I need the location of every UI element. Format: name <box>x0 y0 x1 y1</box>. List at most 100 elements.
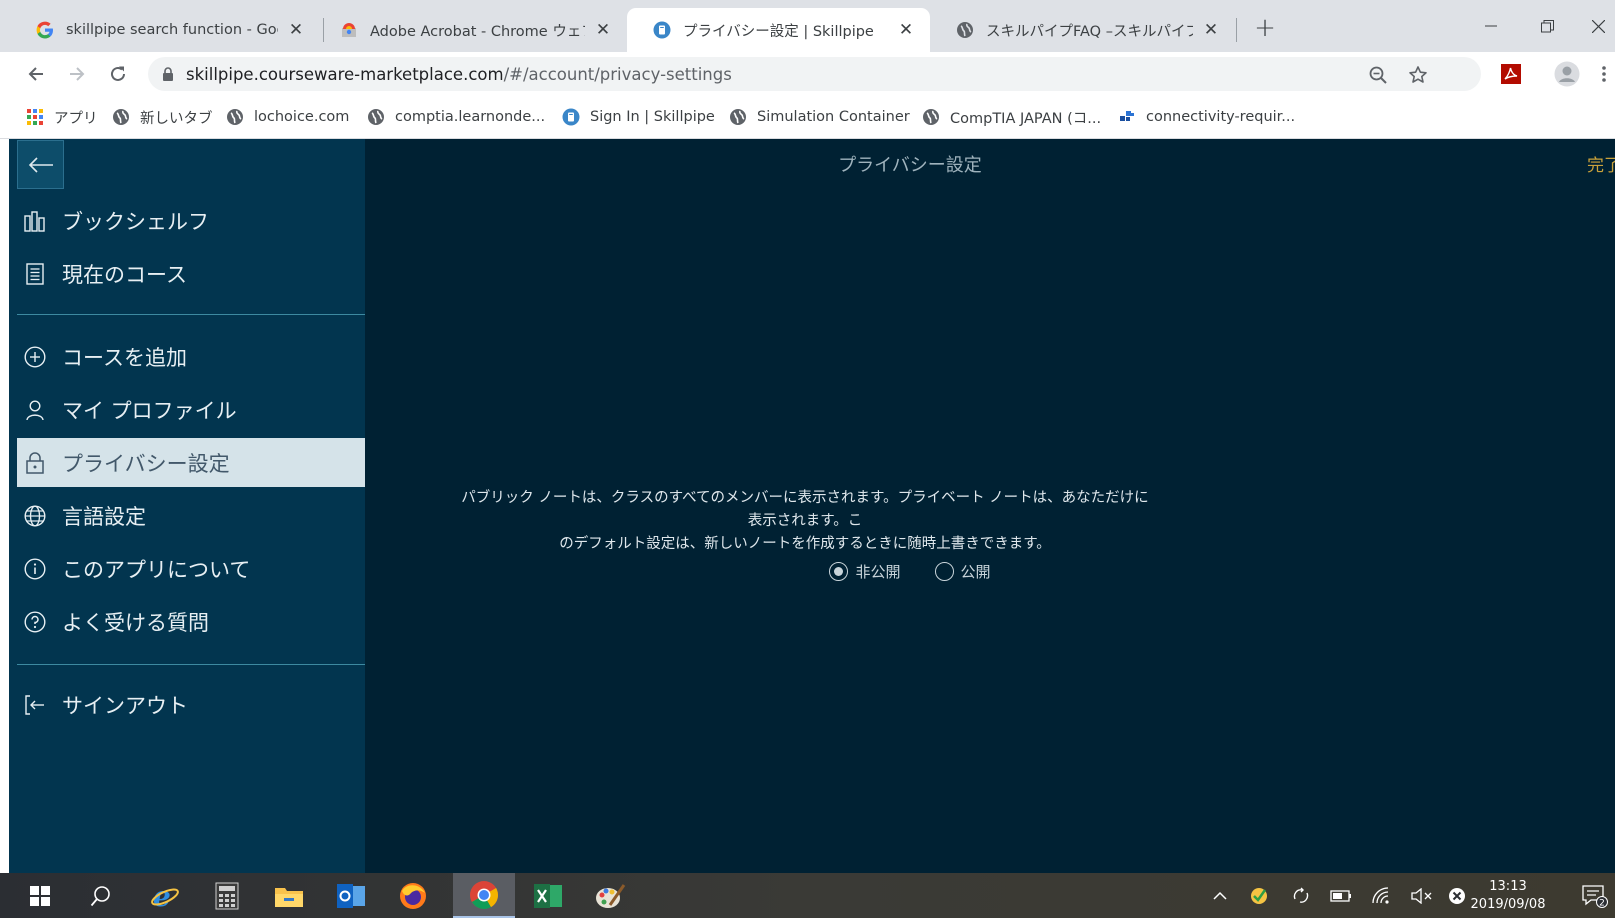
browser-menu-icon[interactable] <box>1592 58 1615 90</box>
restore-icon[interactable] <box>1525 12 1569 40</box>
done-button[interactable]: 完了 <box>1587 151 1615 176</box>
plus-circle-icon <box>24 345 46 368</box>
clock-date: 2019/09/08 <box>1470 897 1546 912</box>
volume-muted-icon[interactable] <box>1411 885 1433 907</box>
minimize-icon[interactable] <box>1469 12 1513 40</box>
user-icon <box>24 399 46 421</box>
sidebar-item-label: このアプリについて <box>62 557 251 582</box>
tab-skillpipe-faq[interactable]: スキルパイプFAQ –スキルパイプ ✕ <box>930 8 1235 52</box>
sidebar-item-label: 言語設定 <box>62 504 146 529</box>
bookmark-new-tab[interactable]: 新しいタブ <box>112 106 213 128</box>
sidebar: ブックシェルフ 現在のコース コースを追加 マイ プロファイル プライバシー設定… <box>9 139 365 873</box>
close-icon[interactable]: ✕ <box>591 18 615 42</box>
description-line: パブリック ノートは、クラスのすべてのメンバーに表示されます。プライベート ノー… <box>461 490 1149 529</box>
search-icon[interactable] <box>70 873 132 918</box>
sidebar-item-current-course[interactable]: 現在のコース <box>17 249 365 298</box>
sidebar-back-button[interactable] <box>17 140 64 189</box>
reload-icon[interactable] <box>102 58 134 90</box>
bookmark-apps[interactable]: アプリ <box>26 106 98 128</box>
wifi-icon[interactable] <box>1371 885 1393 907</box>
file-explorer-icon[interactable] <box>258 873 320 918</box>
back-arrow-icon <box>28 156 53 173</box>
radio-unselected-icon[interactable] <box>934 562 954 581</box>
taskbar-clock[interactable]: 13:13 2019/09/08 <box>1466 878 1550 914</box>
public-radio-option[interactable]: 公開 <box>934 561 991 582</box>
adobe-acrobat-extension-icon[interactable] <box>1495 58 1527 90</box>
close-icon[interactable]: ✕ <box>1199 18 1223 42</box>
profile-avatar-icon[interactable] <box>1551 58 1583 90</box>
tab-google-search[interactable]: skillpipe search function - Google ✕ <box>10 8 320 52</box>
sidebar-item-label: プライバシー設定 <box>62 451 230 476</box>
globe-icon <box>729 108 747 126</box>
bookmark-star-icon[interactable] <box>1406 63 1430 87</box>
radio-selected-icon[interactable] <box>829 562 849 581</box>
windows-taskbar: e 13:13 2019/09/08 2 <box>0 873 1615 918</box>
skillpipe-app: ブックシェルフ 現在のコース コースを追加 マイ プロファイル プライバシー設定… <box>0 139 1615 873</box>
sidebar-item-bookshelf[interactable]: ブックシェルフ <box>17 196 365 245</box>
tab-adobe-acrobat[interactable]: Adobe Acrobat - Chrome ウェブスト ✕ <box>314 8 627 52</box>
sign-out-icon <box>24 694 46 716</box>
address-bar[interactable]: skillpipe.courseware-marketplace.com/#/a… <box>148 57 1481 91</box>
sidebar-item-label: サインアウト <box>62 693 188 718</box>
globe-icon <box>112 108 130 126</box>
show-hidden-icons-chevron-icon[interactable] <box>1209 885 1231 907</box>
sidebar-item-label: 現在のコース <box>62 262 187 287</box>
bookmark-label: CompTIA JAPAN (コ... <box>950 110 1102 127</box>
internet-explorer-icon[interactable]: e <box>134 873 196 918</box>
bookmark-skillpipe-sign-in[interactable]: Sign In | Skillpipe <box>562 106 715 128</box>
globe-icon <box>367 108 385 126</box>
sidebar-item-faq[interactable]: よく受ける質問 <box>17 597 365 646</box>
blue-blocks-icon <box>1118 108 1136 126</box>
bookmark-label: アプリ <box>54 110 98 127</box>
back-arrow-icon[interactable] <box>20 58 52 90</box>
bookmark-connectivity-requirements[interactable]: connectivity-requir... <box>1118 106 1295 128</box>
sidebar-item-my-profile[interactable]: マイ プロファイル <box>17 385 365 434</box>
windows-start-icon[interactable] <box>8 873 72 918</box>
info-icon <box>24 557 46 580</box>
sidebar-item-sign-out[interactable]: サインアウト <box>17 680 365 729</box>
calculator-icon[interactable] <box>196 873 258 918</box>
page-title: プライバシー設定 <box>838 155 982 176</box>
chrome-taskbar-icon[interactable] <box>453 873 515 918</box>
outlook-icon[interactable] <box>320 873 382 918</box>
tab-title: スキルパイプFAQ –スキルパイプ <box>986 23 1193 40</box>
close-icon[interactable]: ✕ <box>894 18 918 42</box>
close-window-icon[interactable] <box>1581 12 1615 40</box>
bookmark-comptia-japan[interactable]: CompTIA JAPAN (コ... <box>922 106 1101 128</box>
bookmarks-bar: アプリ 新しいタブ lochoice.com comptia.learnonde… <box>0 96 1615 139</box>
new-tab-button[interactable]: + <box>1251 13 1279 43</box>
zoom-out-icon[interactable] <box>1366 63 1390 87</box>
browser-tab-strip: skillpipe search function - Google ✕ Ado… <box>0 0 1615 52</box>
sidebar-item-label: コースを追加 <box>62 345 187 370</box>
bookmark-comptia-learnondemand[interactable]: comptia.learnonde... <box>367 106 545 128</box>
paint-icon[interactable] <box>579 873 641 918</box>
private-radio-option[interactable]: 非公開 <box>829 561 901 582</box>
globe-icon <box>922 108 940 126</box>
sidebar-item-about-app[interactable]: このアプリについて <box>17 544 365 593</box>
excel-icon[interactable] <box>517 873 579 918</box>
close-icon[interactable]: ✕ <box>284 18 308 42</box>
sidebar-item-privacy-settings[interactable]: プライバシー設定 <box>17 438 365 487</box>
globe-icon <box>24 504 46 527</box>
tab-title: skillpipe search function - Google <box>66 22 278 38</box>
sidebar-item-add-course[interactable]: コースを追加 <box>17 332 365 381</box>
lock-icon <box>24 451 46 474</box>
globe-icon <box>956 21 974 39</box>
bookmark-simulation-container[interactable]: Simulation Container <box>729 106 910 128</box>
forward-arrow-icon[interactable] <box>61 58 93 90</box>
tab-privacy-settings[interactable]: プライバシー設定 | Skillpipe ✕ <box>627 8 930 52</box>
bookmark-lochoice[interactable]: lochoice.com <box>226 106 349 128</box>
battery-icon[interactable] <box>1330 885 1352 907</box>
note-visibility-radio-group: 非公開 公開 <box>365 561 1455 582</box>
error-status-icon[interactable] <box>1446 885 1468 907</box>
sync-icon[interactable] <box>1290 885 1312 907</box>
sidebar-divider <box>17 314 365 315</box>
tab-separator <box>1236 18 1237 42</box>
action-center-icon[interactable]: 2 <box>1580 885 1610 908</box>
firefox-icon[interactable] <box>382 873 444 918</box>
sidebar-item-label: ブックシェルフ <box>62 209 209 234</box>
security-status-icon[interactable] <box>1248 885 1270 907</box>
bookmark-label: lochoice.com <box>254 109 350 125</box>
sidebar-item-language-settings[interactable]: 言語設定 <box>17 491 365 540</box>
apps-grid-icon <box>26 108 44 126</box>
